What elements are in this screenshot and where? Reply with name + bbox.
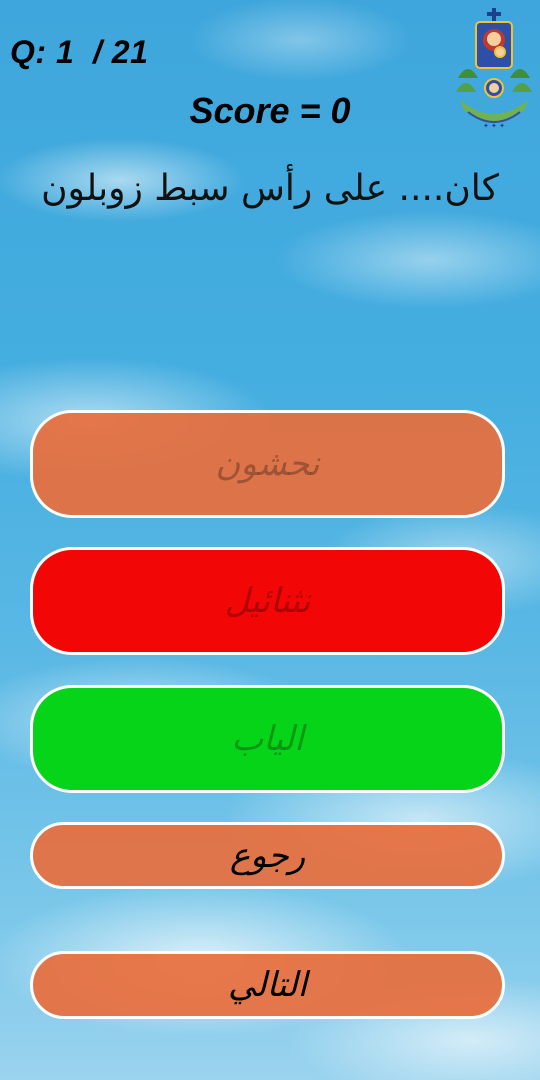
back-button[interactable]: رجوع — [30, 822, 505, 889]
answer-option-3[interactable]: الياب — [30, 685, 505, 793]
svg-text:✦ ✦ ✦: ✦ ✦ ✦ — [483, 122, 505, 130]
answer-option-2[interactable]: نثنائيل — [30, 547, 505, 655]
next-button-label: التالي — [227, 965, 308, 1005]
question-counter: Q: 1 / 21 — [10, 34, 149, 70]
back-button-label: رجوع — [229, 835, 306, 876]
answer-option-2-label: نثنائيل — [224, 581, 311, 621]
answer-option-1[interactable]: نحشون — [30, 410, 505, 518]
question-text: كان.... على رأس سبط زوبلون — [41, 168, 499, 209]
church-emblem-icon: ✦ ✦ ✦ — [454, 8, 534, 148]
answer-option-1-label: نحشون — [215, 444, 320, 484]
next-button[interactable]: التالي — [30, 951, 505, 1019]
answer-option-3-label: الياب — [231, 719, 304, 759]
